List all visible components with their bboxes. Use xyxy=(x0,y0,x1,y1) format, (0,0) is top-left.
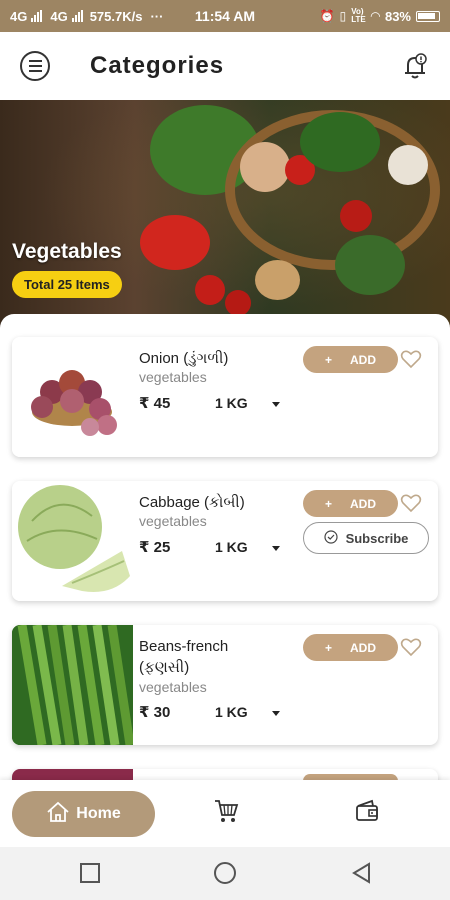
bell-icon[interactable] xyxy=(400,51,430,81)
heart-icon[interactable] xyxy=(400,348,422,370)
product-card-beans[interactable]: Beans-french (ફણસી) vegetables ₹ 30 1 KG… xyxy=(12,625,438,745)
nav-home-button[interactable]: Home xyxy=(12,791,155,837)
tomato-shape xyxy=(195,275,225,305)
product-image-onion xyxy=(12,337,133,457)
vibrate-icon: ▯ xyxy=(339,9,347,23)
network-label-1: 4G xyxy=(10,8,28,24)
home-label: Home xyxy=(76,805,121,822)
quantity-select[interactable]: 1 KG xyxy=(215,704,248,720)
broccoli-shape xyxy=(335,235,405,295)
broccoli-shape xyxy=(300,112,380,172)
system-navigation-bar xyxy=(0,847,450,900)
subscribe-button[interactable]: Subscribe xyxy=(303,522,429,554)
home-circle-icon[interactable] xyxy=(213,861,237,885)
heart-icon[interactable] xyxy=(400,492,422,514)
quantity-select[interactable]: 1 KG xyxy=(215,539,248,555)
battery-percent: 83% xyxy=(384,8,411,24)
plus-icon: + xyxy=(324,640,332,655)
total-items-badge: Total 25 Items xyxy=(12,271,122,298)
product-price: ₹ 45 xyxy=(139,395,171,412)
wifi-icon: ◠ xyxy=(370,9,380,23)
product-price: ₹ 25 xyxy=(139,539,171,556)
page-title: Categories xyxy=(90,52,225,79)
category-banner: Vegetables Total 25 Items xyxy=(0,100,450,330)
chevron-down-icon[interactable] xyxy=(272,711,280,716)
plus-icon: + xyxy=(324,352,332,367)
status-bar: 4G 4G 575.7K/s ··· 11:54 AM ⏰ ▯ Vo) LTE ◠… xyxy=(0,0,450,32)
product-name: Cabbage (કોબી) xyxy=(139,494,245,511)
signal-icon xyxy=(31,10,43,22)
product-image-cabbage xyxy=(12,481,133,601)
pepper-shape xyxy=(140,215,210,270)
plus-icon: + xyxy=(324,496,332,511)
more-notifications: ··· xyxy=(150,8,164,24)
product-card-onion[interactable]: Onion (ડુંગળી) vegetables ₹ 45 1 KG + AD… xyxy=(12,337,438,457)
product-category: vegetables xyxy=(139,513,207,529)
chevron-down-icon[interactable] xyxy=(272,546,280,551)
network-speed: 575.7K/s xyxy=(89,8,143,24)
tomato-shape xyxy=(340,200,372,232)
product-price: ₹ 30 xyxy=(139,704,171,721)
chevron-down-icon[interactable] xyxy=(272,402,280,407)
garlic-shape xyxy=(388,145,428,185)
home-icon xyxy=(46,801,70,828)
add-label: ADD xyxy=(350,640,376,655)
alarm-icon: ⏰ xyxy=(319,9,335,23)
subscribe-label: Subscribe xyxy=(345,530,409,546)
product-list[interactable]: Onion (ડુંગળી) vegetables ₹ 45 1 KG + AD… xyxy=(0,314,450,780)
battery-icon xyxy=(416,10,440,22)
product-name: Beans-french (ફણસી) xyxy=(139,638,229,676)
back-triangle-icon[interactable] xyxy=(350,861,374,885)
tomato-shape xyxy=(225,290,251,316)
add-label: ADD xyxy=(350,352,376,367)
app-header: Categories xyxy=(0,32,450,100)
volte-icon: Vo) LTE xyxy=(351,7,366,24)
bottom-navigation: Home xyxy=(0,780,450,847)
potato-shape xyxy=(255,260,300,300)
heart-icon[interactable] xyxy=(400,636,422,658)
wallet-icon[interactable] xyxy=(354,798,380,824)
quantity-select[interactable]: 1 KG xyxy=(215,395,248,411)
category-title: Vegetables xyxy=(12,240,122,263)
product-category: vegetables xyxy=(139,369,207,385)
hamburger-menu-icon[interactable] xyxy=(20,51,50,81)
product-name: Onion (ડુંગળી) xyxy=(139,350,229,367)
recent-apps-icon[interactable] xyxy=(78,861,102,885)
product-image-beans xyxy=(12,625,133,745)
signal-icon-2 xyxy=(71,10,83,22)
add-to-cart-button[interactable]: + ADD xyxy=(303,490,398,517)
product-image-partial xyxy=(12,769,133,780)
product-card-cabbage[interactable]: Cabbage (કોબી) vegetables ₹ 25 1 KG + AD… xyxy=(12,481,438,601)
onion-shape xyxy=(240,142,290,192)
add-label: ADD xyxy=(350,496,376,511)
check-circle-icon xyxy=(323,529,338,547)
add-to-cart-button[interactable]: + ADD xyxy=(303,634,398,661)
clock: 11:54 AM xyxy=(194,8,256,24)
network-label-2: 4G xyxy=(50,8,68,24)
cart-icon[interactable] xyxy=(213,798,239,824)
product-card-partial[interactable] xyxy=(12,769,438,780)
add-to-cart-button[interactable]: + ADD xyxy=(303,346,398,373)
product-category: vegetables xyxy=(139,679,207,695)
